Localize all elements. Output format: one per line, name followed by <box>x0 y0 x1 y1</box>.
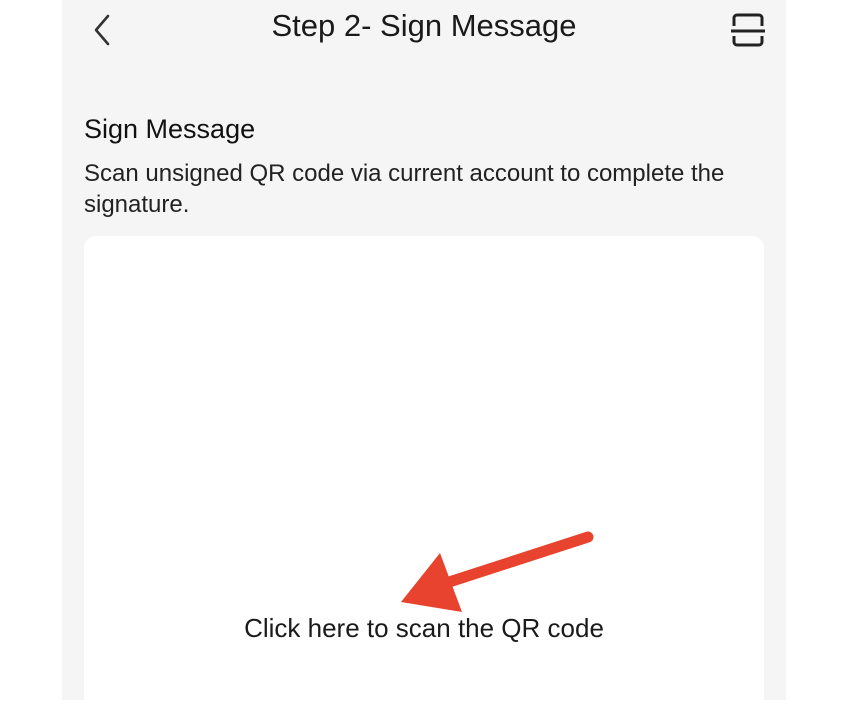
scan-icon <box>728 13 768 54</box>
header-bar: Step 2- Sign Message <box>62 0 786 64</box>
page-title: Step 2- Sign Message <box>271 8 577 43</box>
scan-button[interactable] <box>728 10 768 50</box>
section-title: Sign Message <box>84 114 256 144</box>
scan-qr-card[interactable]: Click here to scan the QR code <box>84 236 764 716</box>
scan-qr-link[interactable]: Click here to scan the QR code <box>84 613 764 644</box>
section-description: Scan unsigned QR code via current accoun… <box>84 160 725 218</box>
app-screen: Step 2- Sign Message Sign Message Scan u… <box>62 0 786 716</box>
